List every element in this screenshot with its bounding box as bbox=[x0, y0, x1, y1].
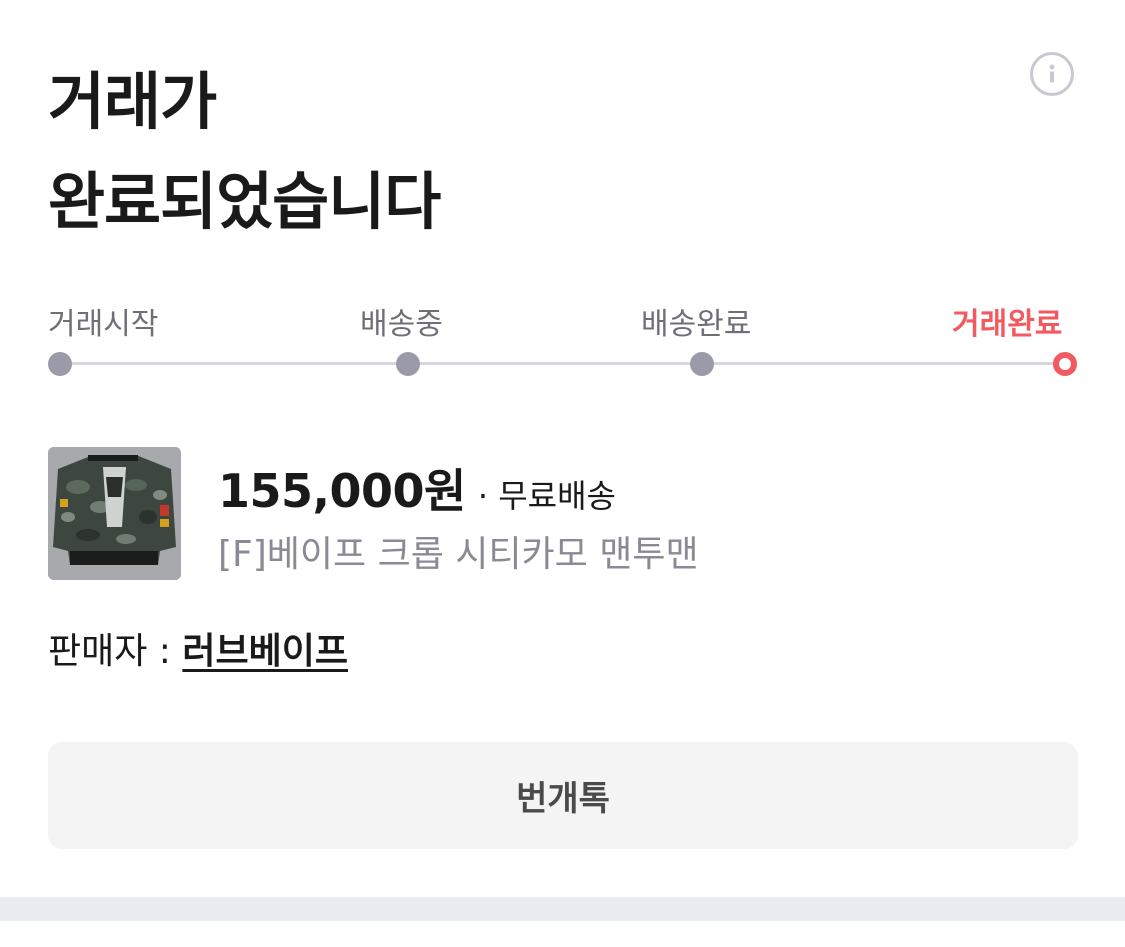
bungae-talk-label: 번개톡 bbox=[516, 779, 610, 819]
bungae-talk-button[interactable]: 번개톡 bbox=[48, 742, 1078, 849]
info-button[interactable] bbox=[1030, 52, 1074, 96]
page-title: 거래가 완료되었습니다 bbox=[48, 52, 441, 252]
info-icon bbox=[1049, 64, 1055, 83]
seller-row: 판매자 : 러브베이프 bbox=[48, 622, 348, 674]
step-dot-shipping bbox=[396, 352, 420, 376]
step-dot-completed bbox=[1053, 352, 1077, 376]
product-price: 155,000원 bbox=[218, 464, 466, 518]
step-label-delivered: 배송완료 bbox=[641, 307, 752, 342]
page-title-line-2: 완료되었습니다 bbox=[48, 165, 441, 238]
step-label-shipping: 배송중 bbox=[360, 307, 443, 342]
step-dot-delivered bbox=[690, 352, 714, 376]
product-summary[interactable]: 155,000원 · 무료배송 [F]베이프 크롭 시티카모 맨투맨 bbox=[48, 447, 1078, 581]
product-name[interactable]: [F]베이프 크롭 시티카모 맨투맨 bbox=[218, 525, 699, 577]
step-dot-started bbox=[48, 352, 72, 376]
seller-name-link[interactable]: 러브베이프 bbox=[182, 631, 348, 672]
transaction-complete-screen: 거래가 완료되었습니다 거래시작 배송중 배송완료 거래완료 155,000원 … bbox=[0, 0, 1125, 947]
price-line: 155,000원 · 무료배송 bbox=[218, 455, 616, 521]
section-divider bbox=[0, 897, 1125, 921]
progress-track bbox=[60, 362, 1065, 365]
step-label-started: 거래시작 bbox=[48, 307, 159, 342]
transaction-progress: 거래시작 배송중 배송완료 거래완료 bbox=[0, 300, 1125, 390]
seller-prefix: 판매자 : bbox=[48, 631, 183, 672]
shipping-info: · 무료배송 bbox=[477, 477, 616, 515]
step-label-completed: 거래완료 bbox=[952, 307, 1063, 342]
page-title-line-1: 거래가 bbox=[48, 65, 217, 138]
product-thumbnail[interactable] bbox=[48, 447, 181, 580]
product-image-icon bbox=[48, 447, 181, 580]
